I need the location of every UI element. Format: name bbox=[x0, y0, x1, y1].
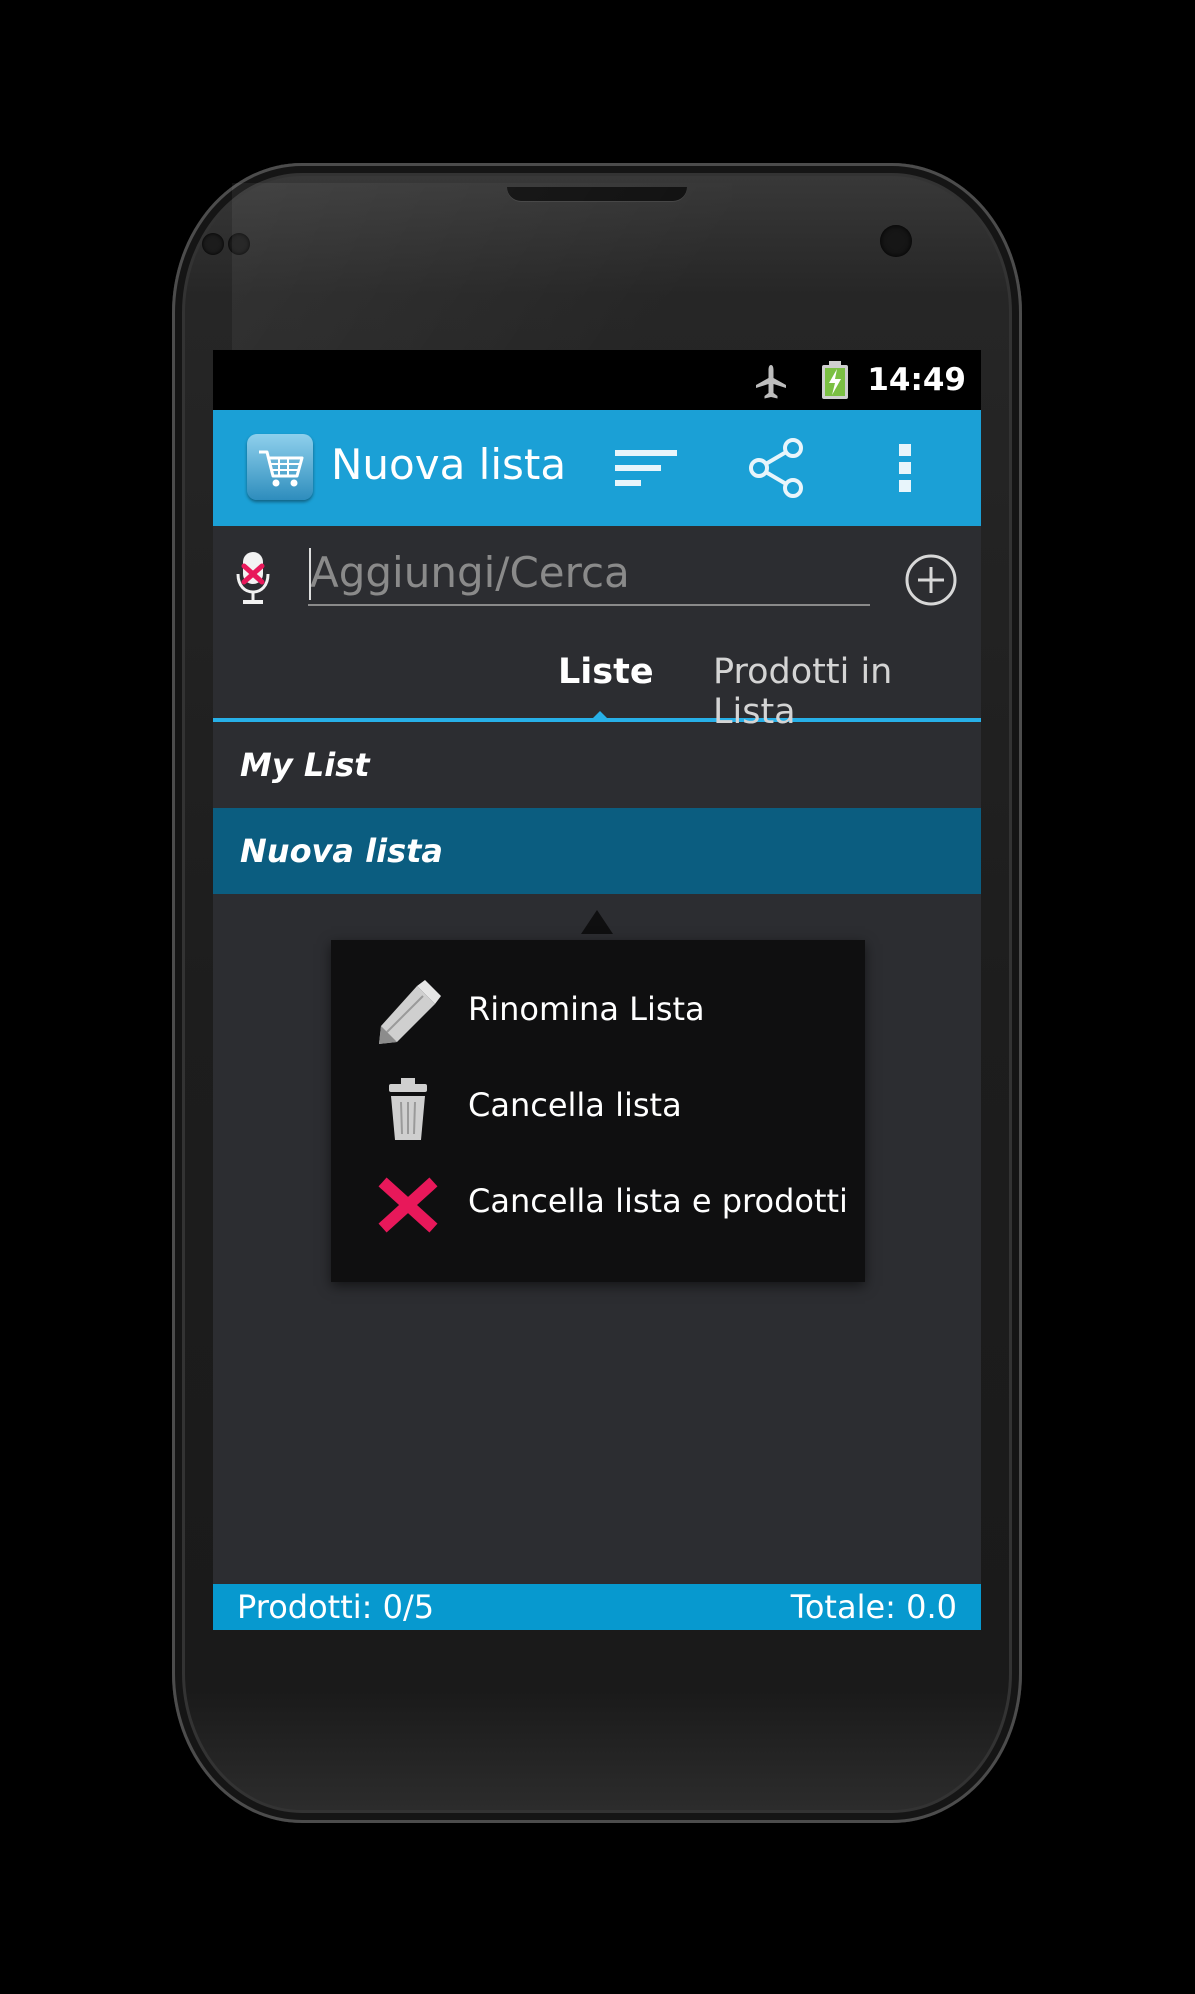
context-menu: Rinomina Lista Cancella lista Cancella l… bbox=[331, 940, 865, 1282]
sort-icon[interactable] bbox=[609, 434, 681, 506]
shopping-cart-icon[interactable] bbox=[247, 434, 313, 500]
menu-item-rinomina-lista[interactable]: Rinomina Lista bbox=[331, 964, 865, 1060]
menu-item-cancella-lista-e-prodotti[interactable]: Cancella lista e prodotti bbox=[331, 1156, 865, 1252]
footer-bar: Prodotti: 0/5 Totale: 0.0 bbox=[213, 1584, 981, 1630]
text-cursor bbox=[309, 548, 311, 600]
proximity-sensor bbox=[202, 233, 224, 255]
pencil-icon bbox=[373, 978, 443, 1048]
light-sensor bbox=[228, 233, 250, 255]
search-input[interactable] bbox=[308, 540, 870, 606]
status-clock: 14:49 bbox=[867, 362, 966, 398]
menu-item-label: Cancella lista e prodotti bbox=[468, 1182, 848, 1220]
total-amount: Totale: 0.0 bbox=[790, 1588, 957, 1626]
list-item-nuova-lista[interactable]: Nuova lista bbox=[213, 808, 981, 894]
front-camera bbox=[880, 225, 912, 257]
microphone-off-icon[interactable] bbox=[233, 548, 273, 612]
list-item-my-list[interactable]: My List bbox=[213, 722, 981, 808]
menu-item-label: Cancella lista bbox=[468, 1086, 682, 1124]
context-menu-arrow bbox=[581, 910, 613, 934]
menu-item-label: Rinomina Lista bbox=[468, 990, 705, 1028]
action-bar: Nuova lista bbox=[213, 410, 981, 526]
trash-icon bbox=[373, 1074, 443, 1144]
share-icon[interactable] bbox=[743, 434, 811, 506]
search-row bbox=[213, 526, 981, 638]
products-count: Prodotti: 0/5 bbox=[237, 1588, 435, 1626]
add-item-icon[interactable] bbox=[903, 552, 959, 612]
lists-container: My List Nuova lista bbox=[213, 722, 981, 894]
airplane-mode-icon bbox=[753, 362, 789, 406]
battery-charging-icon bbox=[820, 360, 850, 404]
app-screen: 14:49 Nuova lista Aggiungi/Cerca Liste P… bbox=[213, 350, 981, 1630]
active-tab-indicator bbox=[589, 711, 611, 722]
menu-item-cancella-lista[interactable]: Cancella lista bbox=[331, 1060, 865, 1156]
tab-prodotti-in-lista[interactable]: Prodotti in Lista bbox=[713, 652, 981, 732]
status-bar: 14:49 bbox=[213, 350, 981, 410]
tab-bar: Liste Prodotti in Lista bbox=[213, 638, 981, 732]
delete-x-icon bbox=[373, 1170, 443, 1240]
overflow-menu-icon[interactable] bbox=[893, 434, 917, 506]
tab-liste[interactable]: Liste bbox=[558, 652, 654, 692]
page-title: Nuova lista bbox=[331, 440, 567, 489]
earpiece-speaker bbox=[507, 187, 687, 201]
